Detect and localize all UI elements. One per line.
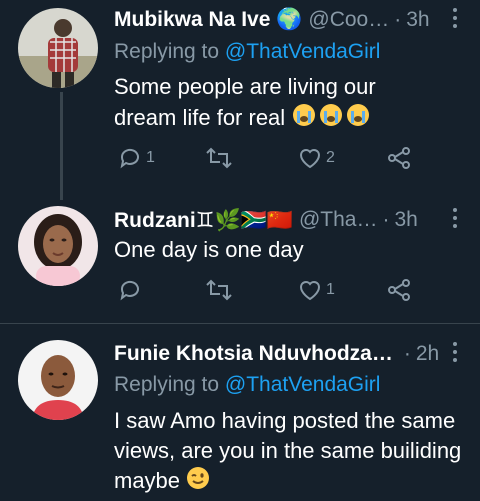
winking-face-emoji	[186, 466, 210, 498]
mention-link[interactable]: @ThatVendaGirl	[225, 373, 381, 396]
share-icon	[388, 147, 410, 169]
retweet-icon	[206, 147, 232, 169]
avatar-rudzani[interactable]	[18, 206, 98, 286]
reply-count: 1	[146, 149, 155, 166]
avatar-photo	[18, 8, 98, 88]
timestamp[interactable]: 3h	[406, 8, 429, 32]
more-icon[interactable]	[450, 342, 460, 362]
tweet-header: Rudzani♊🌿🇿🇦🇨🇳 @Tha… · 3h	[114, 206, 460, 234]
retweet-icon	[206, 279, 232, 301]
separator-dot: ·	[394, 8, 402, 31]
tweet-text-line-3: maybe	[114, 466, 464, 498]
tweet-2[interactable]: Rudzani♊🌿🇿🇦🇨🇳 @Tha… · 3h One day is one …	[0, 200, 480, 322]
more-icon[interactable]	[450, 8, 460, 28]
author-handle[interactable]: @Tha…	[299, 208, 378, 232]
author-handle[interactable]: @Coo…	[308, 8, 389, 32]
reply-button[interactable]	[118, 278, 146, 302]
like-button[interactable]: 1	[298, 278, 335, 302]
timestamp[interactable]: 2h	[416, 342, 439, 366]
tweet-3[interactable]: Funie Khotsia Nduvhodza… · 2h Replying t…	[0, 324, 480, 501]
tweet-actions: 1	[114, 278, 434, 308]
reply-icon	[120, 148, 139, 169]
replying-to-label: Replying to	[114, 373, 220, 396]
separator-dot: ·	[403, 342, 411, 365]
retweet-button[interactable]	[206, 278, 236, 302]
tweet-text: One day is one day	[114, 235, 464, 265]
tweet-header: Funie Khotsia Nduvhodza… · 2h	[114, 340, 460, 368]
tweet-text-line-1: I saw Amo having posted the same	[114, 408, 456, 433]
like-count: 1	[326, 281, 335, 298]
crying-face-emoji	[291, 102, 371, 136]
like-icon	[299, 149, 321, 169]
replying-to: Replying to @ThatVendaGirl	[114, 40, 380, 64]
timestamp[interactable]: 3h	[394, 208, 417, 232]
avatar-mubikwa[interactable]	[18, 8, 98, 88]
tweet-actions: 1 2	[114, 146, 434, 176]
replying-to-label: Replying to	[114, 40, 220, 63]
tweet-1[interactable]: Mubikwa Na Ive 🌍 @Coo… · 3h Replying to …	[0, 0, 480, 200]
more-icon[interactable]	[450, 208, 460, 228]
tweet-text-content: One day is one day	[114, 237, 304, 262]
like-count: 2	[326, 149, 335, 166]
avatar-photo	[18, 340, 98, 420]
like-button[interactable]: 2	[298, 146, 335, 170]
separator-dot: ·	[382, 208, 390, 231]
avatar-photo	[18, 206, 98, 286]
reply-button[interactable]: 1	[118, 146, 155, 170]
tweet-header: Mubikwa Na Ive 🌍 @Coo… · 3h	[114, 6, 460, 34]
share-icon	[388, 279, 410, 301]
reply-icon	[120, 280, 139, 301]
avatar-funie[interactable]	[18, 340, 98, 420]
mention-link[interactable]: @ThatVendaGirl	[225, 40, 381, 63]
retweet-button[interactable]	[206, 146, 236, 170]
tweet-text-line-2: views, are you in the same builiding	[114, 438, 462, 463]
thread-line	[60, 92, 63, 200]
tweet-text: I saw Amo having posted the same views, …	[114, 406, 464, 498]
like-icon	[299, 281, 321, 301]
share-button[interactable]	[386, 278, 412, 302]
replying-to: Replying to @ThatVendaGirl	[114, 373, 380, 397]
tweet-text: Some people are living our dream life fo…	[114, 72, 444, 136]
tweet-text-line-3-content: maybe	[114, 468, 181, 493]
author-name[interactable]: Funie Khotsia Nduvhodza…	[114, 342, 393, 366]
author-name[interactable]: Rudzani♊🌿🇿🇦🇨🇳	[114, 208, 293, 233]
share-button[interactable]	[386, 146, 412, 170]
author-name[interactable]: Mubikwa Na Ive 🌍	[114, 8, 302, 32]
